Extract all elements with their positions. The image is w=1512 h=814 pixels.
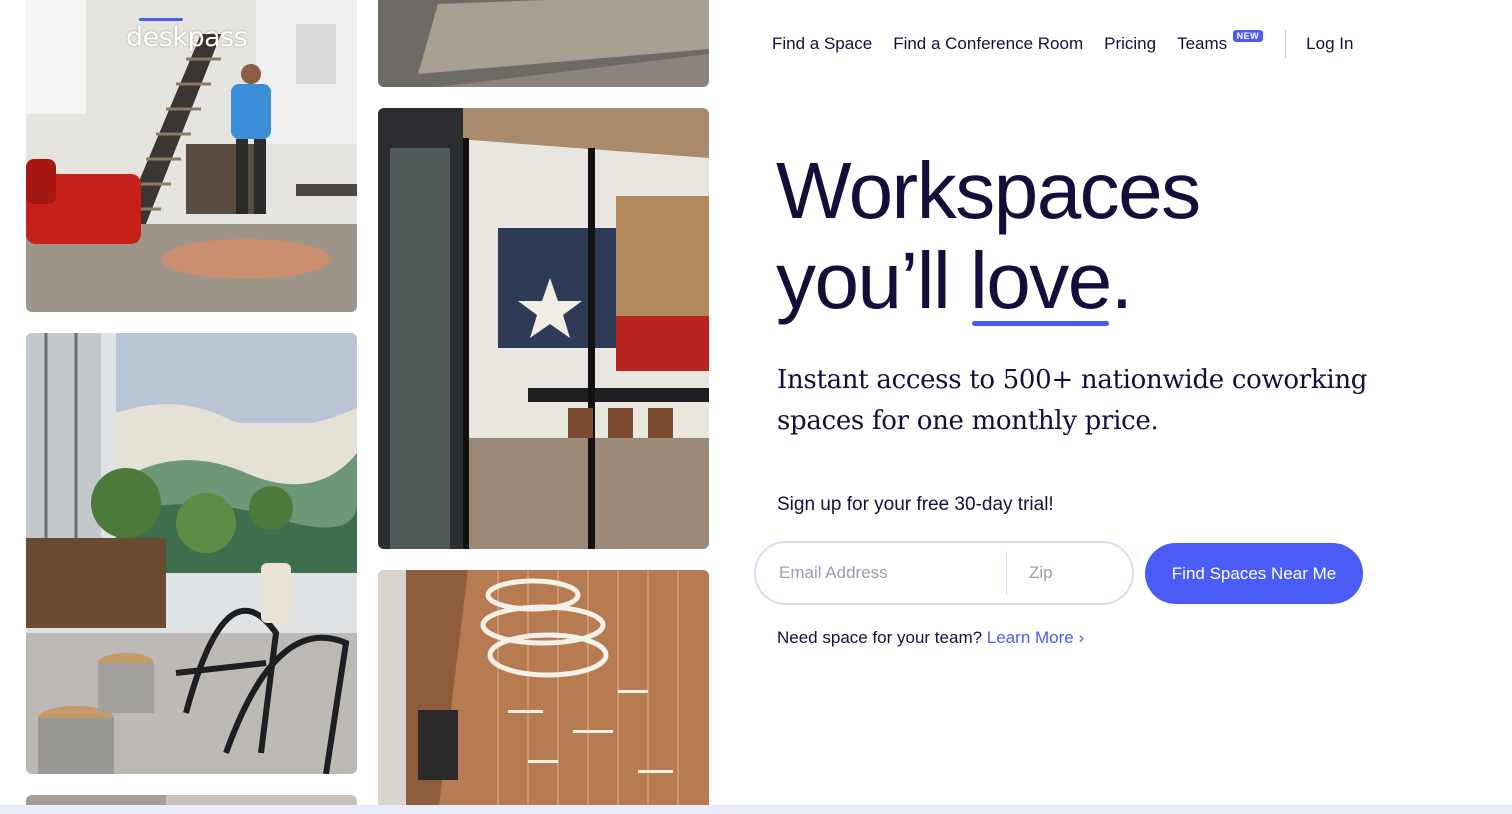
logo-accent-bar bbox=[139, 18, 183, 21]
zip-field[interactable] bbox=[1007, 552, 1121, 594]
nav-divider bbox=[1285, 30, 1287, 58]
nav-log-in[interactable]: Log In bbox=[1306, 34, 1353, 54]
photo-wood-table-top bbox=[378, 0, 709, 87]
nav-find-a-conference-room[interactable]: Find a Conference Room bbox=[893, 34, 1083, 54]
emphasis-underline bbox=[972, 321, 1109, 326]
photo-ring-chandelier bbox=[378, 570, 709, 814]
main-nav: Find a Space Find a Conference Room Pric… bbox=[772, 30, 1374, 58]
photo-texas-flag-conference-room bbox=[378, 108, 709, 549]
headline-line-2-prefix: you’ll bbox=[776, 236, 971, 325]
find-spaces-button[interactable]: Find Spaces Near Me bbox=[1145, 543, 1363, 604]
chevron-right-icon: › bbox=[1078, 628, 1085, 647]
team-prompt: Need space for your team? Learn More › bbox=[777, 628, 1084, 648]
bottom-strip bbox=[0, 805, 1512, 814]
photo-plant-lounge-mural bbox=[26, 333, 357, 774]
learn-more-link[interactable]: Learn More › bbox=[987, 628, 1084, 647]
learn-more-label: Learn More bbox=[986, 628, 1074, 647]
new-badge: NEW bbox=[1232, 30, 1264, 42]
headline-emphasis: love bbox=[970, 236, 1112, 326]
signup-label: Sign up for your free 30-day trial! bbox=[777, 494, 1054, 515]
headline-line-1: Workspaces bbox=[776, 146, 1201, 235]
hero-headline: Workspaces you’ll love. bbox=[776, 146, 1201, 326]
nav-pricing[interactable]: Pricing bbox=[1104, 34, 1156, 54]
headline-emphasis-word: love bbox=[970, 236, 1112, 325]
team-prompt-text: Need space for your team? bbox=[777, 628, 983, 647]
email-field[interactable] bbox=[756, 552, 1006, 594]
nav-teams[interactable]: Teams NEW bbox=[1177, 30, 1264, 54]
nav-find-a-space[interactable]: Find a Space bbox=[772, 34, 872, 54]
deskpass-landing-page: deskpass Find a Space Find a Conference … bbox=[0, 0, 1512, 814]
nav-teams-label: Teams bbox=[1177, 34, 1228, 53]
signup-form bbox=[754, 541, 1134, 605]
deskpass-logo[interactable]: deskpass bbox=[126, 22, 248, 53]
hero-subhead: Instant access to 500+ nationwide cowork… bbox=[777, 365, 1368, 436]
headline-suffix: . bbox=[1110, 236, 1133, 325]
